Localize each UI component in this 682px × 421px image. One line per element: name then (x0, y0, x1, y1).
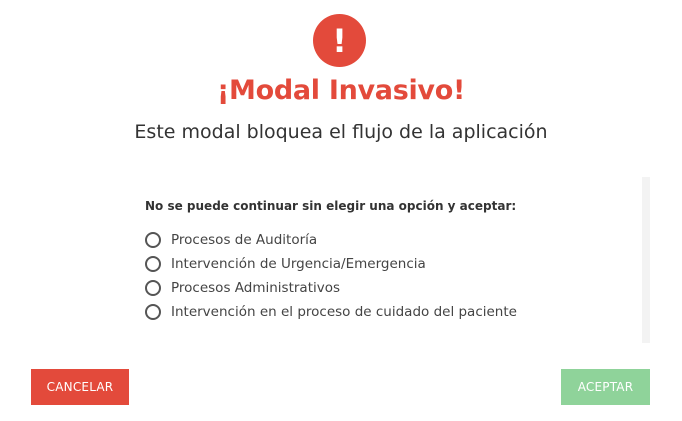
option-procesos-administrativos[interactable]: Procesos Administrativos (145, 276, 517, 300)
option-procesos-auditoria[interactable]: Procesos de Auditoría (145, 228, 517, 252)
invasive-modal: ! ¡Modal Invasivo! Este modal bloquea el… (0, 0, 682, 421)
options-radio-group: Procesos de Auditoría Intervención de Ur… (145, 228, 517, 324)
exclamation-glyph: ! (332, 21, 347, 60)
accept-button[interactable]: ACEPTAR (561, 369, 650, 405)
option-label: Procesos de Auditoría (171, 232, 318, 248)
content-scrollbar[interactable] (642, 177, 650, 343)
question-label: No se puede continuar sin elegir una opc… (145, 199, 517, 213)
option-label: Procesos Administrativos (171, 280, 341, 296)
exclamation-icon: ! (313, 14, 366, 67)
modal-content: No se puede continuar sin elegir una opc… (134, 177, 650, 343)
modal-title: ¡Modal Invasivo! (216, 75, 465, 106)
radio-button[interactable] (145, 280, 161, 296)
option-intervencion-cuidado-paciente[interactable]: Intervención en el proceso de cuidado de… (145, 300, 517, 324)
radio-button[interactable] (145, 256, 161, 272)
modal-subtitle: Este modal bloquea el flujo de la aplica… (134, 121, 548, 143)
option-label: Intervención en el proceso de cuidado de… (171, 304, 517, 320)
radio-button[interactable] (145, 232, 161, 248)
option-intervencion-urgencia[interactable]: Intervención de Urgencia/Emergencia (145, 252, 517, 276)
option-label: Intervención de Urgencia/Emergencia (171, 256, 426, 272)
cancel-button[interactable]: CANCELAR (31, 369, 129, 405)
radio-button[interactable] (145, 304, 161, 320)
